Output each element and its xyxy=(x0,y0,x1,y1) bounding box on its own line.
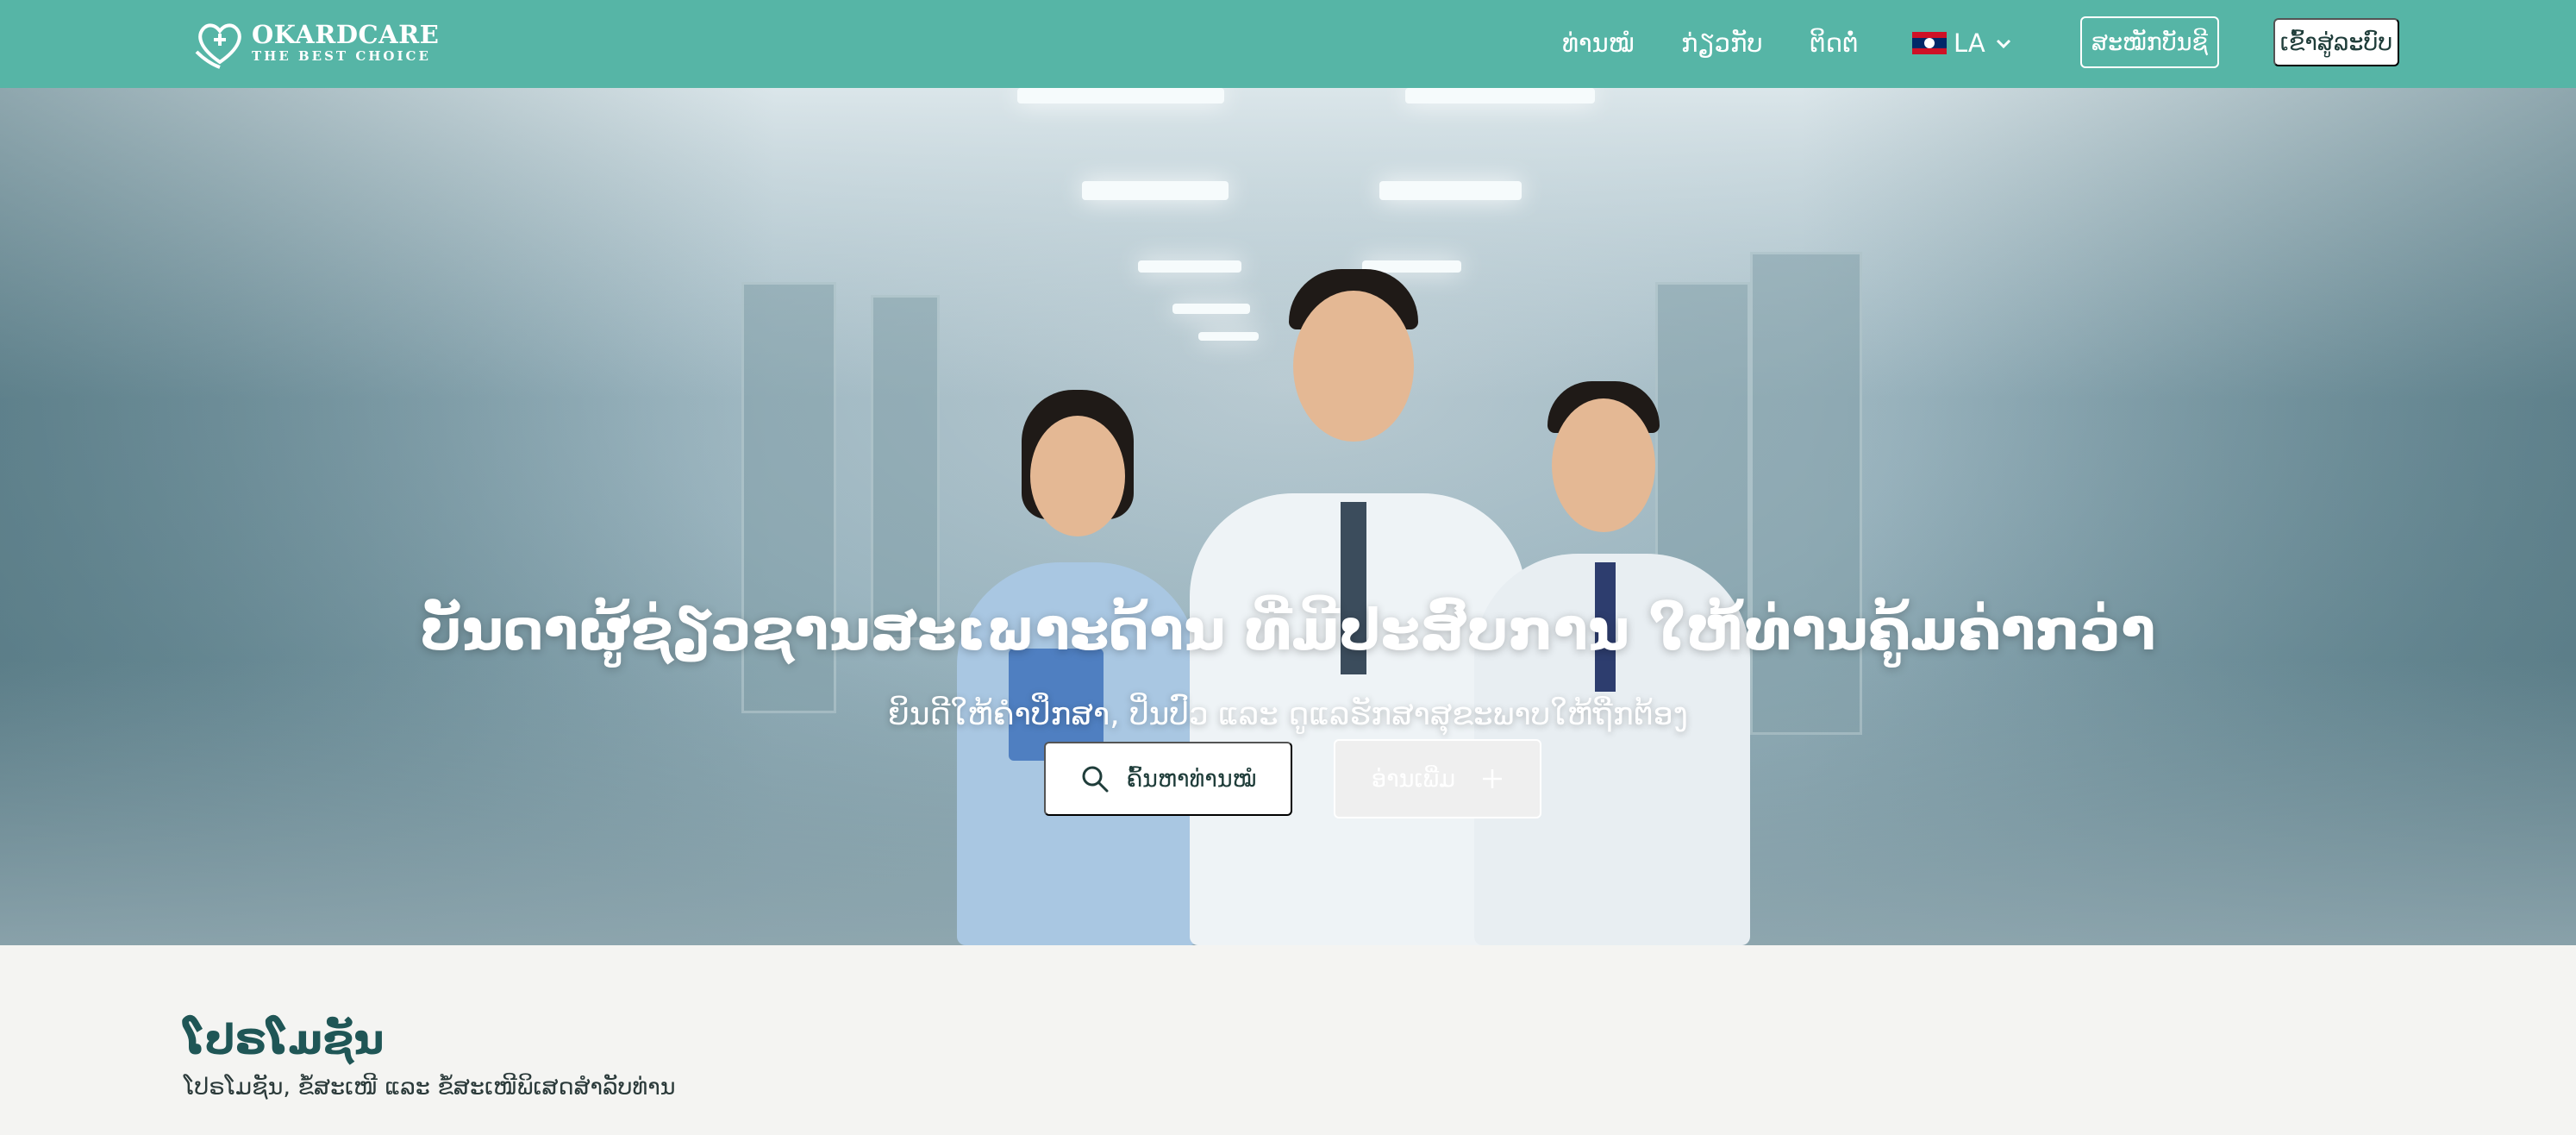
login-button[interactable]: ເຂົ້າສູ່ລະບົບ xyxy=(2273,18,2399,66)
chevron-down-icon xyxy=(1996,39,2010,49)
top-navbar: OKARDCARE THE BEST CHOICE ທ່ານໝໍ ກ່ຽວກັບ… xyxy=(0,0,2576,88)
promotions-subtitle: ໂປຣໂມຊັນ, ຂໍ້ສະເໜີ ແລະ ຂໍ້ສະເໜີພິເສດສຳລັ… xyxy=(184,1074,676,1101)
logo-tagline: THE BEST CHOICE xyxy=(252,48,431,64)
logo[interactable]: OKARDCARE THE BEST CHOICE xyxy=(191,14,439,71)
logo-name: OKARDCARE xyxy=(252,20,440,49)
register-button[interactable]: ສະໝັກບັນຊີ xyxy=(2080,16,2219,68)
nav-link-contact[interactable]: ຕິດຕໍ່ xyxy=(1810,24,1859,62)
nav-link-about[interactable]: ກ່ຽວກັບ xyxy=(1681,24,1763,62)
hero-title: ບັນດາຜູ້ຊ່ຽວຊານສະເພາະດ້ານ ທີ່ມີປະສົບການ … xyxy=(420,597,2156,663)
read-more-button[interactable]: ອ່ານເພີ່ມ xyxy=(1334,739,1541,818)
search-doctor-label: ຄົ້ນຫາທ່ານໝໍ xyxy=(1126,765,1257,792)
laos-flag-icon xyxy=(1912,32,1947,54)
plus-icon xyxy=(1483,769,1503,788)
heart-hand-logo-icon xyxy=(195,23,241,69)
nav-link-doctors[interactable]: ທ່ານໝໍ xyxy=(1562,24,1635,62)
search-icon xyxy=(1082,766,1109,793)
language-code: LA xyxy=(1954,28,1985,58)
read-more-label: ອ່ານເພີ່ມ xyxy=(1371,765,1456,792)
search-doctor-button[interactable]: ຄົ້ນຫາທ່ານໝໍ xyxy=(1044,742,1292,816)
hero-banner: ບັນດາຜູ້ຊ່ຽວຊານສະເພາະດ້ານ ທີ່ມີປະສົບການ … xyxy=(0,88,2576,945)
hero-subtitle: ຍິນດີໃຫ້ຄຳປຶກສາ, ປິ່ນປົວ ແລະ ດູແລຮັກສາສຸ… xyxy=(887,697,1689,732)
promotions-title: ໂປຣໂມຊັນ xyxy=(184,1016,385,1064)
language-selector[interactable]: LA xyxy=(1912,24,2013,62)
